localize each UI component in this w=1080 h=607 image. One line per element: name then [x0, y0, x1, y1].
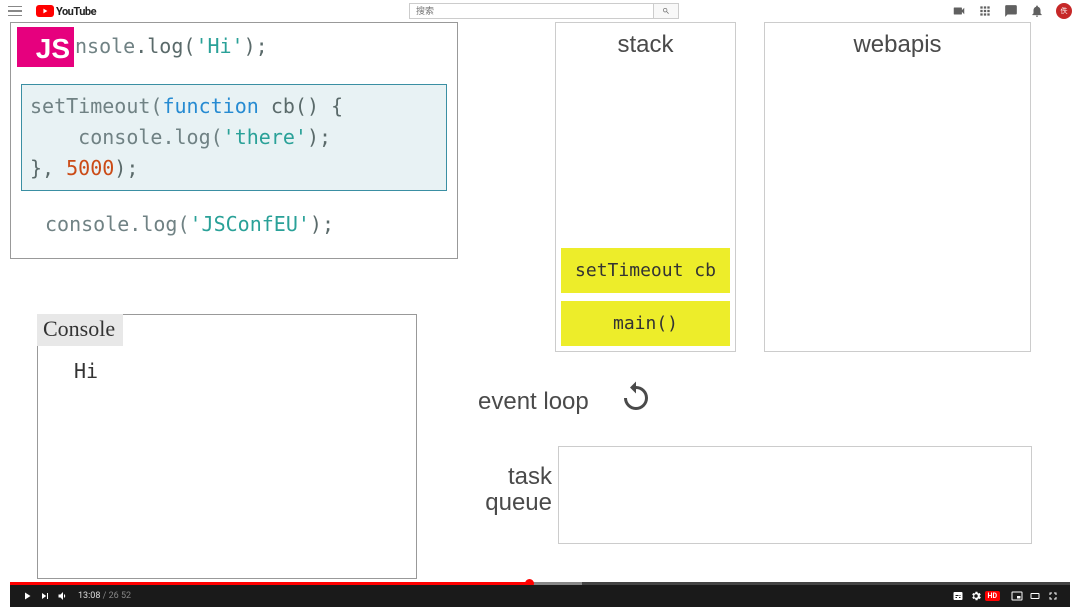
js-badge: JS: [17, 27, 74, 67]
hd-badge: HD: [985, 591, 1001, 601]
search-input[interactable]: [409, 3, 654, 19]
event-loop-label: event loop: [478, 388, 589, 416]
messages-icon[interactable]: [1004, 4, 1018, 18]
subtitles-button[interactable]: [949, 587, 967, 605]
webapis-title: webapis: [853, 23, 941, 351]
avatar[interactable]: 佚: [1056, 3, 1072, 19]
webapis-panel: webapis: [764, 22, 1031, 352]
stack-title: stack: [617, 23, 673, 59]
miniplayer-button[interactable]: [1008, 587, 1026, 605]
search-button[interactable]: [654, 3, 679, 19]
stack-frame: setTimeout cb: [561, 248, 730, 293]
search-container: [409, 3, 679, 19]
search-icon: [662, 7, 670, 15]
code-highlight-block: setTimeout(function cb() { console.log('…: [21, 84, 447, 191]
code-line-1: nsole.log('Hi');: [75, 31, 447, 62]
code-content: nsole.log('Hi'); setTimeout(function cb(…: [11, 23, 457, 258]
youtube-play-icon: [36, 5, 54, 17]
player-controls: 13:08 / 26 52 HD: [10, 585, 1070, 607]
notifications-icon[interactable]: [1030, 4, 1044, 18]
code-line-5: console.log('JSConfEU');: [45, 209, 447, 240]
task-queue-label: task queue: [476, 464, 552, 517]
youtube-logo-text: YouTube: [56, 5, 96, 18]
code-panel: JS nsole.log('Hi'); setTimeout(function …: [10, 22, 458, 259]
code-hl-line-2: console.log('there');: [30, 122, 438, 153]
code-hl-line-3: }, 5000);: [30, 153, 438, 184]
youtube-topbar: YouTube 佚: [0, 0, 1080, 22]
hamburger-icon[interactable]: [8, 2, 26, 20]
volume-button[interactable]: [54, 587, 72, 605]
theater-button[interactable]: [1026, 587, 1044, 605]
play-button[interactable]: [18, 587, 36, 605]
apps-icon[interactable]: [978, 4, 992, 18]
console-title: Console: [37, 314, 123, 346]
video-content: JS nsole.log('Hi'); setTimeout(function …: [10, 22, 1070, 585]
stack-items: setTimeout cb main(): [556, 243, 735, 351]
stack-frame: main(): [561, 301, 730, 346]
next-button[interactable]: [36, 587, 54, 605]
task-queue-panel: [558, 446, 1032, 544]
youtube-logo[interactable]: YouTube: [36, 5, 96, 18]
stack-panel: stack setTimeout cb main(): [555, 22, 736, 352]
create-icon[interactable]: [952, 4, 966, 18]
time-display: 13:08 / 26 52: [78, 591, 131, 601]
code-hl-line-1: setTimeout(function cb() {: [30, 91, 438, 122]
settings-button[interactable]: [967, 587, 985, 605]
fullscreen-button[interactable]: [1044, 587, 1062, 605]
event-loop-icon: [618, 380, 654, 416]
topbar-right-icons: 佚: [952, 3, 1072, 19]
console-panel: Console Hi: [37, 314, 417, 579]
